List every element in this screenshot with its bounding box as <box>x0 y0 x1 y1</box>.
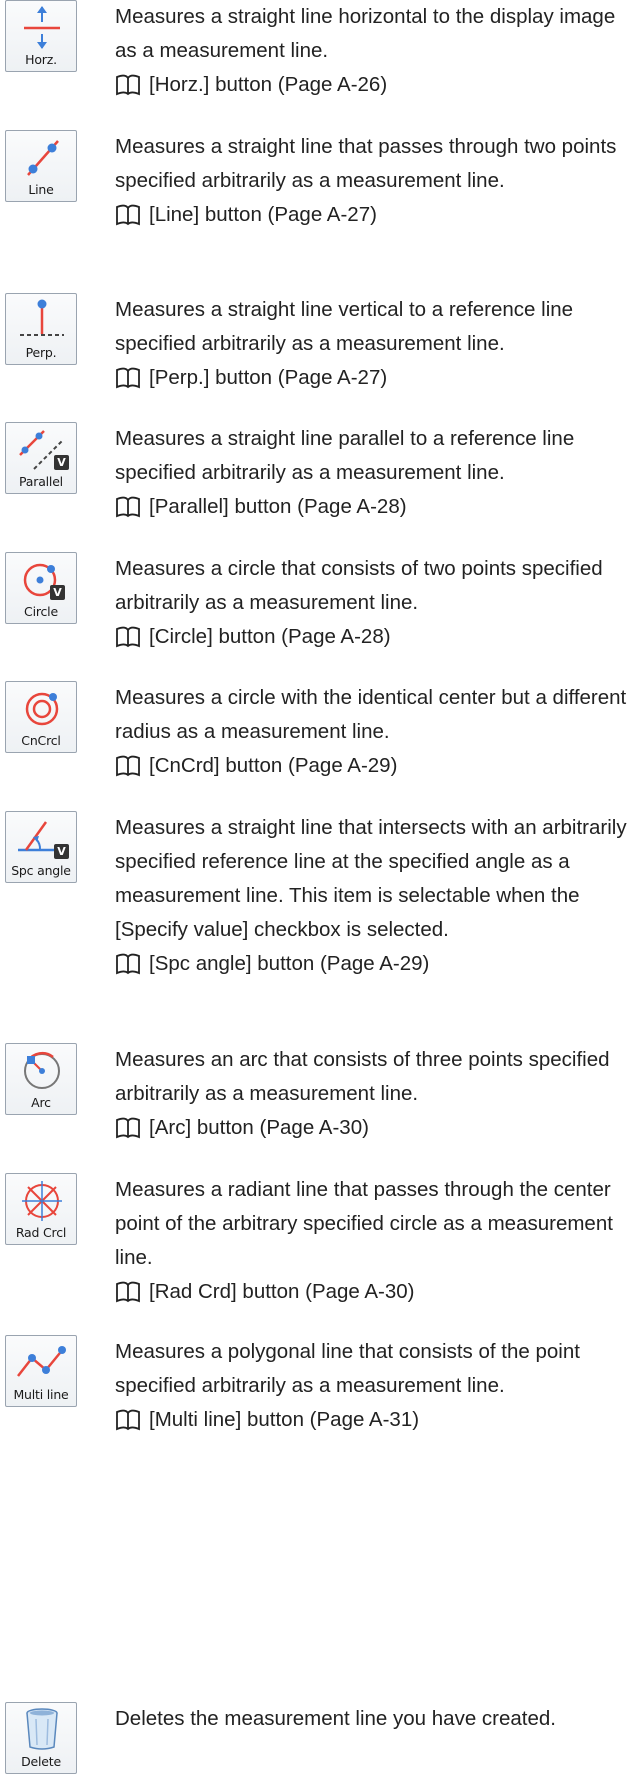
parallel-description: Measures a straight line parallel to a r… <box>115 427 575 484</box>
arc-reference-text: [Arc] button (Page A-30) <box>149 1116 369 1139</box>
perpendicular-icon <box>20 299 64 336</box>
cncrcl-description: Measures a circle with the identical cen… <box>115 686 627 743</box>
rad-crcl-button[interactable]: Rad Crcl <box>5 1173 77 1245</box>
parallel-reference-link[interactable]: [Parallel] button (Page A-28) <box>115 490 630 524</box>
rad-crcl-description: Measures a radiant line that passes thro… <box>115 1178 613 1269</box>
arc-icon <box>24 1051 60 1089</box>
multi-line-reference-link[interactable]: [Multi line] button (Page A-31) <box>115 1403 630 1437</box>
spc-angle-button-label: Spc angle <box>11 863 71 878</box>
line-reference-text: [Line] button (Page A-27) <box>149 203 377 226</box>
multi-line-button[interactable]: Multi line <box>5 1335 77 1407</box>
radiant-circle-icon <box>22 1181 62 1221</box>
book-icon <box>116 626 140 648</box>
book-icon <box>116 1117 140 1139</box>
cncrcl-button-label: CnCrcl <box>21 733 61 748</box>
perp-button-label: Perp. <box>25 345 57 360</box>
multi-line-icon <box>17 1346 66 1377</box>
line-button[interactable]: Line <box>5 130 77 202</box>
spc-angle-reference-link[interactable]: [Spc angle] button (Page A-29) <box>115 947 630 981</box>
circle-icon <box>23 563 57 597</box>
line-icon <box>27 140 59 176</box>
book-icon <box>116 755 140 777</box>
spc-angle-description: Measures a straight line that intersects… <box>115 816 627 941</box>
circle-button-label: Circle <box>24 604 58 619</box>
specify-value-badge: V <box>54 455 69 470</box>
circle-button[interactable]: V Circle <box>5 552 77 624</box>
multi-line-description: Measures a polygonal line that consists … <box>115 1340 580 1397</box>
trash-can-icon <box>26 1708 58 1750</box>
perp-reference-link[interactable]: [Perp.] button (Page A-27) <box>115 361 630 395</box>
multi-line-reference-text: [Multi line] button (Page A-31) <box>149 1408 420 1431</box>
cncrcl-reference-link[interactable]: [CnCrd] button (Page A-29) <box>115 749 630 783</box>
book-icon <box>116 1281 140 1303</box>
specify-value-badge: V <box>50 585 65 600</box>
line-description: Measures a straight line that passes thr… <box>115 135 617 192</box>
circle-reference-text: [Circle] button (Page A-28) <box>149 625 391 648</box>
rad-crcl-reference-text: [Rad Crd] button (Page A-30) <box>149 1280 415 1303</box>
delete-description: Deletes the measurement line you have cr… <box>115 1707 557 1730</box>
line-reference-link[interactable]: [Line] button (Page A-27) <box>115 198 630 232</box>
book-icon <box>116 204 140 226</box>
horz-button[interactable]: Horz. <box>5 0 77 72</box>
book-icon <box>116 74 140 96</box>
cncrcl-button[interactable]: CnCrcl <box>5 681 77 753</box>
horz-reference-link[interactable]: [Horz.] button (Page A-26) <box>115 68 630 102</box>
line-button-label: Line <box>28 182 54 197</box>
perp-description: Measures a straight line vertical to a r… <box>115 298 574 355</box>
book-icon <box>116 1409 140 1431</box>
perp-reference-text: [Perp.] button (Page A-27) <box>149 366 388 389</box>
parallel-button-label: Parallel <box>19 474 63 489</box>
book-icon <box>116 367 140 389</box>
concentric-circle-icon <box>25 692 59 726</box>
specify-value-badge: V <box>54 844 69 859</box>
circle-description: Measures a circle that consists of two p… <box>115 557 603 614</box>
parallel-button[interactable]: V Parallel <box>5 422 77 494</box>
arc-button[interactable]: Arc <box>5 1043 77 1115</box>
horz-description: Measures a straight line horizontal to t… <box>115 5 616 62</box>
horizontal-line-icon <box>24 6 60 49</box>
delete-button-label: Delete <box>21 1754 61 1769</box>
book-icon <box>116 953 140 975</box>
multi-line-button-label: Multi line <box>13 1387 69 1402</box>
perp-button[interactable]: Perp. <box>5 293 77 365</box>
horz-button-label: Horz. <box>25 52 57 67</box>
arc-description: Measures an arc that consists of three p… <box>115 1048 610 1105</box>
arc-reference-link[interactable]: [Arc] button (Page A-30) <box>115 1111 630 1145</box>
delete-button[interactable]: Delete <box>5 1702 77 1774</box>
rad-crcl-reference-link[interactable]: [Rad Crd] button (Page A-30) <box>115 1275 630 1309</box>
spc-angle-reference-text: [Spc angle] button (Page A-29) <box>149 952 430 975</box>
spc-angle-button[interactable]: V Spc angle <box>5 811 77 883</box>
arc-button-label: Arc <box>31 1095 51 1110</box>
parallel-reference-text: [Parallel] button (Page A-28) <box>149 495 407 518</box>
book-icon <box>116 496 140 518</box>
circle-reference-link[interactable]: [Circle] button (Page A-28) <box>115 620 630 654</box>
rad-crcl-button-label: Rad Crcl <box>15 1225 67 1240</box>
horz-reference-text: [Horz.] button (Page A-26) <box>149 73 388 96</box>
cncrcl-reference-text: [CnCrd] button (Page A-29) <box>149 754 398 777</box>
